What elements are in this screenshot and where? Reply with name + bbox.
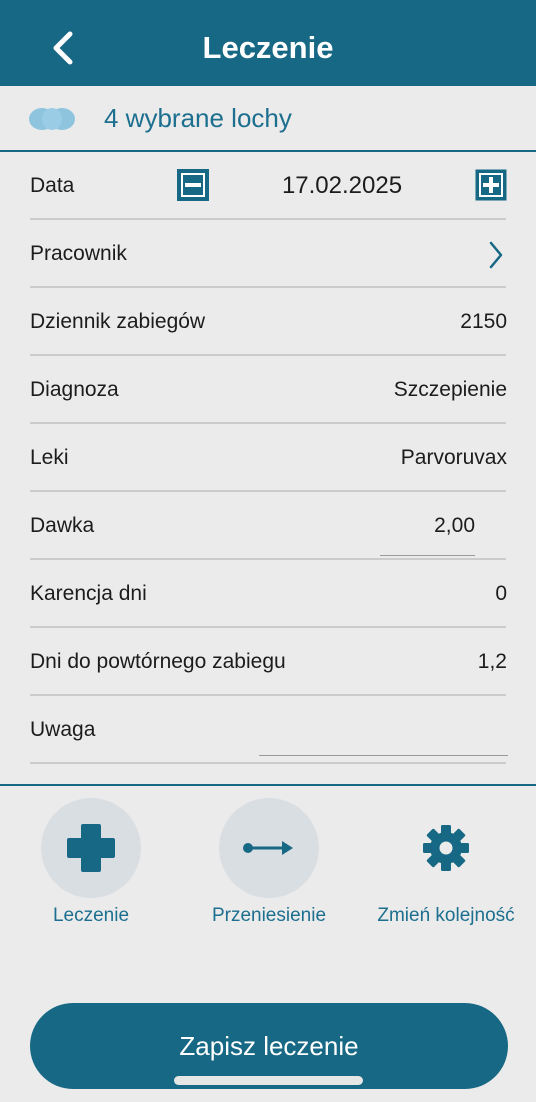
dose-label: Dawka — [30, 514, 95, 537]
transfer-action-circle — [219, 798, 319, 898]
section-divider — [0, 784, 536, 786]
diagnosis-label: Diagnoza — [30, 378, 119, 401]
transfer-action-button[interactable]: Przeniesienie — [184, 798, 354, 928]
change-order-action-button[interactable]: Zmień kolejność — [361, 798, 531, 928]
treatment-log-row[interactable]: Dziennik zabiegów 2150 — [0, 288, 536, 356]
note-input-underline — [259, 755, 508, 756]
dose-input[interactable]: 2,00 — [380, 513, 475, 539]
home-indicator[interactable] — [174, 1076, 363, 1085]
treatment-action-label: Leczenie — [52, 905, 130, 926]
treatment-log-value: 2150 — [460, 310, 507, 333]
note-label: Uwaga — [30, 718, 96, 741]
note-row: Uwaga — [0, 696, 536, 764]
selected-sows-bar[interactable]: 4 wybrane lochy — [0, 86, 536, 152]
repeat-treatment-value: 1,2 — [477, 650, 507, 673]
drugs-label: Leki — [30, 446, 69, 469]
repeat-treatment-row: Dni do powtórnego zabiegu 1,2 — [0, 628, 536, 696]
treatment-log-label: Dziennik zabiegów — [30, 310, 206, 333]
dose-input-underline — [380, 555, 475, 556]
change-order-action-circle — [396, 798, 496, 898]
plus-cross-icon — [67, 824, 115, 872]
save-treatment-label: Zapisz leczenie — [179, 1031, 359, 1061]
worker-label: Pracownik — [30, 242, 127, 265]
treatment-action-button[interactable]: Leczenie — [6, 798, 176, 928]
change-order-action-label: Zmień kolejność — [377, 905, 515, 926]
transfer-arrow-icon — [243, 841, 293, 855]
repeat-treatment-label: Dni do powtórnego zabiegu — [30, 650, 286, 673]
row-divider — [30, 762, 506, 764]
date-label: Data — [30, 174, 75, 197]
sows-group-icon — [29, 108, 75, 130]
transfer-action-label: Przeniesienie — [211, 905, 327, 926]
gear-icon — [423, 825, 469, 871]
drugs-value: Parvoruvax — [400, 446, 507, 469]
app-header: Leczenie — [0, 0, 536, 86]
selected-sows-count: 4 wybrane lochy — [104, 103, 292, 133]
withdrawal-value: 0 — [495, 582, 507, 605]
withdrawal-label: Karencja dni — [30, 582, 147, 605]
date-decrement-button[interactable] — [176, 168, 210, 202]
diagnosis-row[interactable]: Diagnoza Szczepienie — [0, 356, 536, 424]
withdrawal-row: Karencja dni 0 — [0, 560, 536, 628]
page-title: Leczenie — [202, 30, 334, 65]
date-value[interactable]: 17.02.2025 — [262, 171, 422, 201]
diagnosis-value: Szczepienie — [393, 378, 507, 401]
worker-row[interactable]: Pracownik — [0, 220, 536, 288]
treatment-action-circle — [41, 798, 141, 898]
drugs-row[interactable]: Leki Parvoruvax — [0, 424, 536, 492]
chevron-right-icon[interactable] — [488, 240, 504, 270]
dose-row: Dawka 2,00 — [0, 492, 536, 560]
date-increment-button[interactable] — [474, 168, 508, 202]
date-row: Data 17.02.2025 — [0, 152, 536, 220]
